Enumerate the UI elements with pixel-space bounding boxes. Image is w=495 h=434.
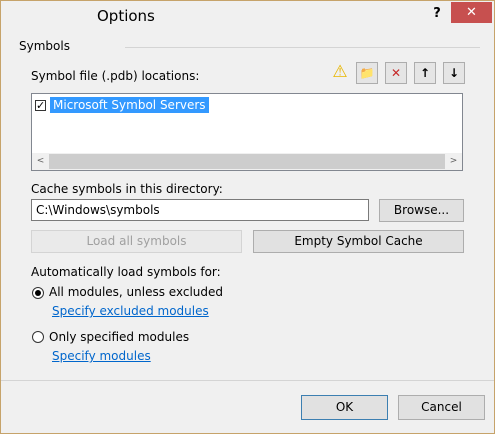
autoload-label: Automatically load symbols for: — [31, 265, 221, 279]
cancel-button[interactable]: Cancel — [398, 395, 485, 420]
locations-label: Symbol file (.pdb) locations: — [31, 69, 200, 83]
symbol-locations-list[interactable]: ✓ Microsoft Symbol Servers < > — [31, 93, 463, 171]
dialog-title: Options — [97, 7, 155, 25]
ok-button[interactable]: OK — [301, 395, 388, 420]
cache-label: Cache symbols in this directory: — [31, 182, 223, 196]
move-up-icon[interactable]: ↑ — [414, 62, 436, 84]
all-modules-radio[interactable] — [32, 287, 44, 299]
add-location-icon[interactable]: 📁 — [356, 62, 378, 84]
all-modules-label[interactable]: All modules, unless excluded — [49, 285, 223, 299]
horizontal-scrollbar[interactable]: < > — [32, 153, 462, 170]
only-specified-radio[interactable] — [32, 331, 44, 343]
scroll-thumb[interactable] — [49, 154, 445, 169]
specify-excluded-link[interactable]: Specify excluded modules — [52, 304, 209, 318]
close-button[interactable]: ✕ — [451, 2, 492, 23]
options-dialog: Options ? ✕ Symbols Symbol file (.pdb) l… — [0, 0, 495, 434]
load-all-symbols-button[interactable]: Load all symbols — [31, 230, 242, 253]
move-down-icon[interactable]: ↓ — [443, 62, 465, 84]
list-item[interactable]: ✓ Microsoft Symbol Servers — [35, 97, 209, 113]
list-item-label: Microsoft Symbol Servers — [50, 97, 209, 113]
group-divider — [125, 47, 480, 48]
specify-modules-link[interactable]: Specify modules — [52, 349, 151, 363]
cache-directory-field[interactable]: C:\Windows\symbols — [31, 199, 369, 221]
help-button[interactable]: ? — [427, 5, 447, 25]
group-title: Symbols — [19, 39, 70, 53]
empty-cache-button[interactable]: Empty Symbol Cache — [253, 230, 464, 253]
only-specified-label[interactable]: Only specified modules — [49, 330, 189, 344]
footer-divider — [1, 380, 494, 381]
warning-icon: ⚠ — [332, 62, 348, 82]
location-checkbox[interactable]: ✓ — [35, 99, 46, 111]
remove-location-icon[interactable]: ✕ — [385, 62, 407, 84]
browse-button[interactable]: Browse... — [379, 199, 464, 222]
title-bar: Options ? ✕ — [1, 1, 494, 33]
scroll-left-icon[interactable]: < — [32, 153, 49, 170]
scroll-right-icon[interactable]: > — [445, 153, 462, 170]
